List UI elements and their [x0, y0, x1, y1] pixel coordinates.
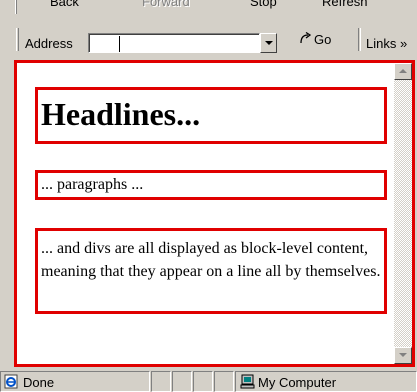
page-heading: Headlines...	[41, 96, 201, 132]
status-pane-extra	[214, 371, 234, 392]
dropdown-arrow-icon[interactable]	[260, 33, 277, 53]
scroll-up-icon[interactable]	[394, 63, 412, 80]
div-block: ... and divs are all displayed as block-…	[35, 228, 387, 314]
zone-text: My Computer	[258, 375, 337, 390]
paragraph-text: ... paragraphs ...	[41, 176, 144, 193]
forward-button[interactable]: Forward	[142, 0, 190, 9]
stop-button[interactable]: Stop	[250, 0, 277, 9]
status-pane-security	[172, 371, 192, 392]
ie-page-icon	[4, 374, 18, 389]
standard-toolbar: Back Forward Stop Refresh	[0, 0, 417, 14]
go-arrow-icon	[300, 32, 312, 44]
links-button[interactable]: Links »	[366, 36, 407, 51]
vertical-scrollbar[interactable]	[394, 63, 412, 364]
browser-viewport: Headlines... ... paragraphs ... ... and …	[14, 60, 415, 367]
back-button[interactable]: Back	[50, 0, 79, 9]
toolbar-grip[interactable]	[15, 0, 17, 14]
status-pane-progress	[151, 371, 171, 392]
status-text: Done	[23, 375, 55, 390]
status-pane-zone: My Computer	[235, 371, 417, 392]
refresh-button[interactable]: Refresh	[322, 0, 368, 9]
address-bar: Address Go Links »	[0, 24, 417, 56]
status-pane-privacy	[193, 371, 213, 392]
address-input[interactable]	[88, 33, 260, 53]
page-content: Headlines... ... paragraphs ... ... and …	[17, 63, 394, 364]
my-computer-icon	[240, 374, 255, 389]
toolbar-separator	[358, 28, 361, 51]
address-bar-grip[interactable]	[16, 28, 19, 51]
headline-block: Headlines...	[35, 87, 387, 144]
div-text: ... and divs are all displayed as block-…	[41, 240, 381, 280]
go-label: Go	[314, 32, 332, 47]
status-pane-main: Done	[0, 371, 150, 392]
address-label: Address	[25, 36, 73, 51]
go-button[interactable]: Go	[298, 32, 331, 47]
text-caret	[119, 36, 120, 52]
status-bar: Done My Computer	[0, 368, 417, 392]
scroll-down-icon[interactable]	[394, 347, 412, 364]
paragraph-block: ... paragraphs ...	[35, 170, 387, 200]
